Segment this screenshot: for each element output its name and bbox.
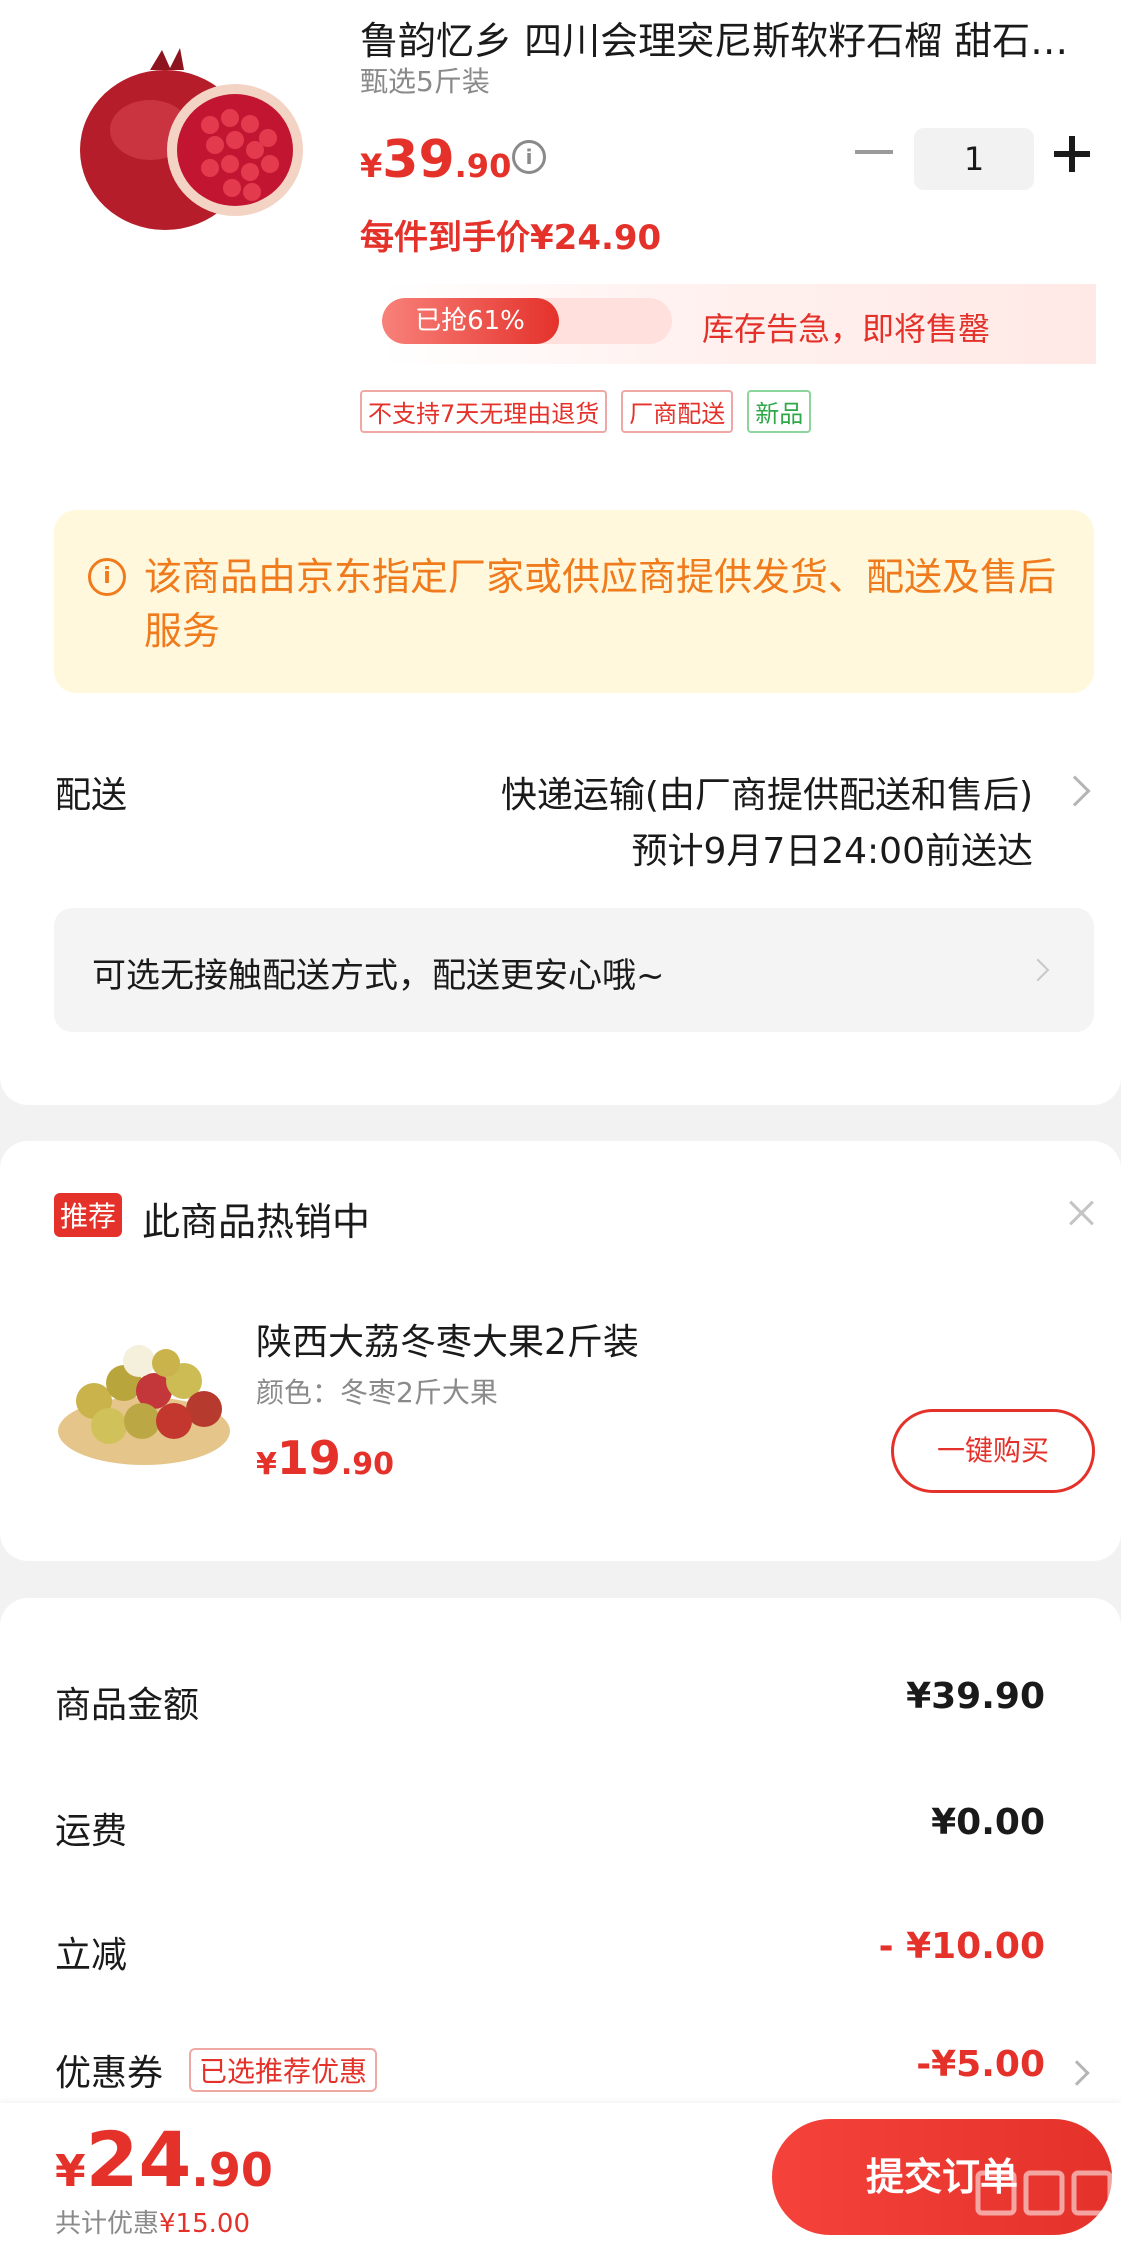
price-info-icon[interactable]: i bbox=[512, 140, 546, 174]
total-integer: 24 bbox=[85, 2115, 192, 2204]
one-click-buy-button[interactable]: 一键购买 bbox=[891, 1409, 1095, 1493]
recommend-title: 此商品热销中 bbox=[142, 1200, 371, 1244]
goods-amount-value: ¥39.90 bbox=[906, 1676, 1045, 1717]
shipping-method[interactable]: 快递运输(由厂商提供配送和售后) bbox=[501, 766, 1033, 818]
recommend-item-spec: 颜色：冬枣2斤大果 bbox=[256, 1376, 498, 1409]
goods-amount-label: 商品金额 bbox=[55, 1685, 200, 1726]
final-price: 每件到手价¥24.90 bbox=[360, 218, 662, 258]
vendor-notice: i 该商品由京东指定厂家或供应商提供发货、配送及售后服务 bbox=[54, 510, 1094, 693]
savings-amount: ¥15.00 bbox=[159, 2209, 250, 2239]
product-price: ¥39.90 bbox=[360, 130, 511, 190]
goods-amount-row: 商品金额 ¥39.90 bbox=[55, 1676, 1065, 1726]
price-symbol: ¥ bbox=[360, 147, 383, 185]
price-integer: 19 bbox=[276, 1431, 341, 1485]
price-symbol: ¥ bbox=[256, 1447, 277, 1482]
discount-value: - ¥10.00 bbox=[878, 1926, 1045, 1967]
stock-warning-text: 库存告急，即将售罄 bbox=[702, 310, 991, 348]
freight-value: ¥0.00 bbox=[931, 1802, 1045, 1843]
coupon-label: 优惠券 bbox=[55, 2053, 164, 2094]
price-decimal: .90 bbox=[340, 1447, 395, 1482]
shipping-label: 配送 bbox=[55, 775, 128, 816]
total-savings: 共计优惠¥15.00 bbox=[55, 2203, 250, 2240]
chevron-right-icon[interactable] bbox=[1059, 775, 1091, 807]
recommend-item-price: ¥19.90 bbox=[256, 1431, 394, 1485]
discount-label: 立减 bbox=[55, 1935, 128, 1976]
info-icon: i bbox=[88, 558, 126, 596]
coupon-value: -¥5.00 bbox=[916, 2044, 1045, 2085]
coupon-recommended-tag: 已选推荐优惠 bbox=[189, 2048, 378, 2092]
product-title[interactable]: 鲁韵忆乡 四川会理突尼斯软籽石榴 甜石… bbox=[360, 10, 1100, 65]
jujube-image bbox=[58, 1345, 230, 1465]
recommend-item-name[interactable]: 陕西大荔冬枣大果2斤装 bbox=[256, 1313, 639, 1365]
order-total: ¥24.90 bbox=[55, 2115, 273, 2204]
product-spec: 甄选5斤装 bbox=[360, 65, 490, 98]
stock-progress-banner: 已抢61% 库存告急，即将售罄 bbox=[382, 284, 1096, 364]
shipping-eta: 预计9月7日24:00前送达 bbox=[631, 831, 1033, 872]
freight-label: 运费 bbox=[55, 1811, 128, 1852]
service-tags: 不支持7天无理由退货 厂商配送 新品 bbox=[360, 390, 812, 433]
recommend-badge: 推荐 bbox=[54, 1193, 123, 1237]
close-icon[interactable] bbox=[1066, 1197, 1098, 1229]
contactless-delivery-option[interactable]: 可选无接触配送方式，配送更安心哦~ bbox=[54, 908, 1094, 1032]
contactless-text: 可选无接触配送方式，配送更安心哦~ bbox=[92, 956, 665, 996]
freight-row: 运费 ¥0.00 bbox=[55, 1802, 1065, 1852]
price-decimal: .90 bbox=[454, 147, 512, 185]
discount-row: 立减 - ¥10.00 bbox=[55, 1926, 1065, 1976]
total-symbol: ¥ bbox=[55, 2146, 86, 2197]
savings-label: 共计优惠 bbox=[55, 2209, 160, 2239]
price-integer: 39 bbox=[382, 130, 455, 190]
recommend-card: 推荐 此商品热销中 陕西大荔冬枣大果2斤装 颜色：冬枣2斤大果 ¥19.90 一… bbox=[0, 1141, 1121, 1561]
quantity-increase-button[interactable] bbox=[1050, 132, 1094, 176]
vendor-notice-text: 该商品由京东指定厂家或供应商提供发货、配送及售后服务 bbox=[144, 555, 1057, 653]
order-product-card: 鲁韵忆乡 四川会理突尼斯软籽石榴 甜石… 甄选5斤装 ¥39.90 i 每件到手… bbox=[0, 0, 1121, 1105]
stock-progress-bar: 已抢61% bbox=[382, 298, 672, 344]
coupon-row[interactable]: 优惠券 已选推荐优惠 -¥5.00 bbox=[55, 2044, 1065, 2094]
tag-vendor-delivery: 厂商配送 bbox=[621, 390, 734, 433]
tag-new: 新品 bbox=[747, 390, 812, 433]
tag-no-return: 不支持7天无理由退货 bbox=[360, 390, 608, 433]
stock-progress-label: 已抢61% bbox=[415, 306, 525, 336]
checkout-bar: ¥24.90 共计优惠¥15.00 提交订单 bbox=[0, 2103, 1121, 2252]
minus-icon bbox=[855, 150, 893, 154]
quantity-input[interactable]: 1 bbox=[914, 128, 1034, 190]
pomegranate-image bbox=[80, 48, 303, 230]
total-decimal: .90 bbox=[191, 2143, 273, 2197]
watermark-logo bbox=[975, 2170, 1113, 2216]
